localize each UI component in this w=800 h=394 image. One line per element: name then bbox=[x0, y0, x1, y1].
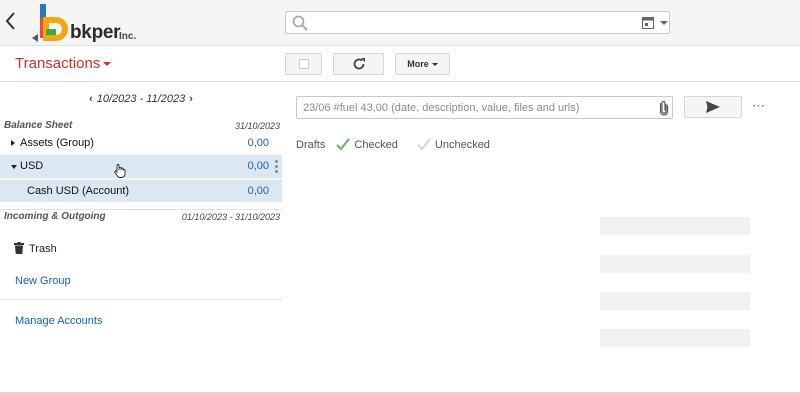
more-button[interactable]: More bbox=[395, 53, 450, 75]
manage-accounts-link[interactable]: Manage Accounts bbox=[15, 315, 102, 327]
checkbox-icon bbox=[299, 59, 309, 69]
account-row-usd-group[interactable]: USD 0,00 bbox=[0, 155, 282, 178]
divider bbox=[0, 299, 282, 300]
more-label: More bbox=[407, 59, 429, 69]
loading-placeholder bbox=[600, 217, 750, 235]
transactions-panel: 23/06 #fuel 43,00 (date, description, va… bbox=[283, 83, 800, 394]
check-outline-icon bbox=[417, 138, 431, 151]
period-label[interactable]: 10/2023 - 11/2023 bbox=[97, 93, 185, 105]
incoming-outgoing-date: 01/10/2023 - 31/10/2023 bbox=[181, 212, 280, 222]
trash-label: Trash bbox=[29, 243, 57, 255]
account-balance: 0,00 bbox=[247, 185, 269, 197]
check-icon bbox=[336, 138, 351, 151]
hand-cursor-icon bbox=[114, 164, 126, 178]
account-row-assets-group[interactable]: Assets (Group) 0,00 bbox=[0, 132, 282, 155]
transactions-menu[interactable]: Transactions bbox=[15, 55, 112, 72]
filter-drafts[interactable]: Drafts bbox=[296, 139, 325, 151]
toolbar: Transactions More bbox=[0, 47, 800, 82]
attachment-icon[interactable] bbox=[659, 100, 669, 116]
caret-down-icon bbox=[431, 63, 438, 67]
expand-triangle-icon[interactable] bbox=[11, 140, 15, 146]
refresh-icon bbox=[353, 58, 365, 70]
new-group-link[interactable]: New Group bbox=[15, 275, 71, 287]
filter-unchecked-label: Unchecked bbox=[434, 139, 490, 151]
bkper-logo[interactable]: bkper Inc. bbox=[32, 2, 142, 44]
select-all-button[interactable] bbox=[285, 53, 322, 75]
back-icon[interactable] bbox=[4, 10, 18, 32]
previous-period-icon[interactable]: ‹ bbox=[89, 93, 93, 105]
accounts-sidebar: ‹ 10/2023 - 11/2023 › Balance Sheet 31/10/… bbox=[0, 83, 282, 394]
transaction-entry-input[interactable]: 23/06 #fuel 43,00 (date, description, va… bbox=[296, 96, 673, 119]
caret-down-icon bbox=[103, 62, 112, 67]
more-options-icon[interactable]: ⋯ bbox=[752, 98, 766, 114]
loading-placeholder bbox=[600, 292, 750, 310]
top-bar: bkper Inc. bbox=[0, 0, 800, 46]
period-selector: ‹ 10/2023 - 11/2023 › bbox=[0, 93, 282, 105]
search-input[interactable] bbox=[285, 11, 670, 34]
account-row-cash-usd[interactable]: Cash USD (Account) 0,00 bbox=[0, 179, 282, 202]
account-label: USD bbox=[20, 160, 44, 172]
send-button[interactable] bbox=[684, 96, 742, 118]
status-filters: Drafts Checked Unchecked bbox=[296, 138, 506, 151]
trash-link[interactable]: Trash bbox=[14, 242, 57, 255]
balance-sheet-date: 31/10/2023 bbox=[234, 121, 280, 131]
loading-placeholder bbox=[600, 255, 750, 273]
filter-checked-label: Checked bbox=[354, 139, 398, 151]
row-menu-icon[interactable] bbox=[275, 160, 278, 175]
calendar-icon[interactable] bbox=[642, 16, 654, 29]
chevron-down-icon[interactable] bbox=[660, 21, 668, 25]
logo-text: bkper bbox=[70, 22, 121, 43]
account-label: Cash USD (Account) bbox=[27, 185, 130, 197]
search-icon bbox=[292, 15, 308, 31]
refresh-button[interactable] bbox=[333, 53, 384, 75]
entry-placeholder: 23/06 #fuel 43,00 (date, description, va… bbox=[303, 102, 580, 114]
collapse-triangle-icon[interactable] bbox=[11, 165, 17, 169]
send-icon bbox=[706, 101, 720, 113]
account-label: Assets (Group) bbox=[20, 137, 94, 149]
incoming-outgoing-title: Incoming & Outgoing bbox=[4, 211, 106, 222]
filter-unchecked[interactable]: Unchecked bbox=[417, 138, 498, 151]
next-period-icon[interactable]: › bbox=[189, 93, 193, 105]
filter-checked[interactable]: Checked bbox=[336, 138, 405, 151]
account-balance: 0,00 bbox=[247, 160, 269, 172]
account-balance: 0,00 bbox=[247, 137, 269, 149]
loading-placeholder bbox=[600, 329, 750, 347]
balance-sheet-title: Balance Sheet bbox=[4, 120, 73, 131]
logo-mark-icon bbox=[32, 4, 68, 42]
trash-icon bbox=[14, 242, 24, 254]
logo-suffix: Inc. bbox=[119, 31, 137, 42]
incoming-outgoing-header: Incoming & Outgoing 01/10/2023 - 31/10/2… bbox=[0, 209, 282, 223]
transactions-label: Transactions bbox=[15, 55, 101, 72]
